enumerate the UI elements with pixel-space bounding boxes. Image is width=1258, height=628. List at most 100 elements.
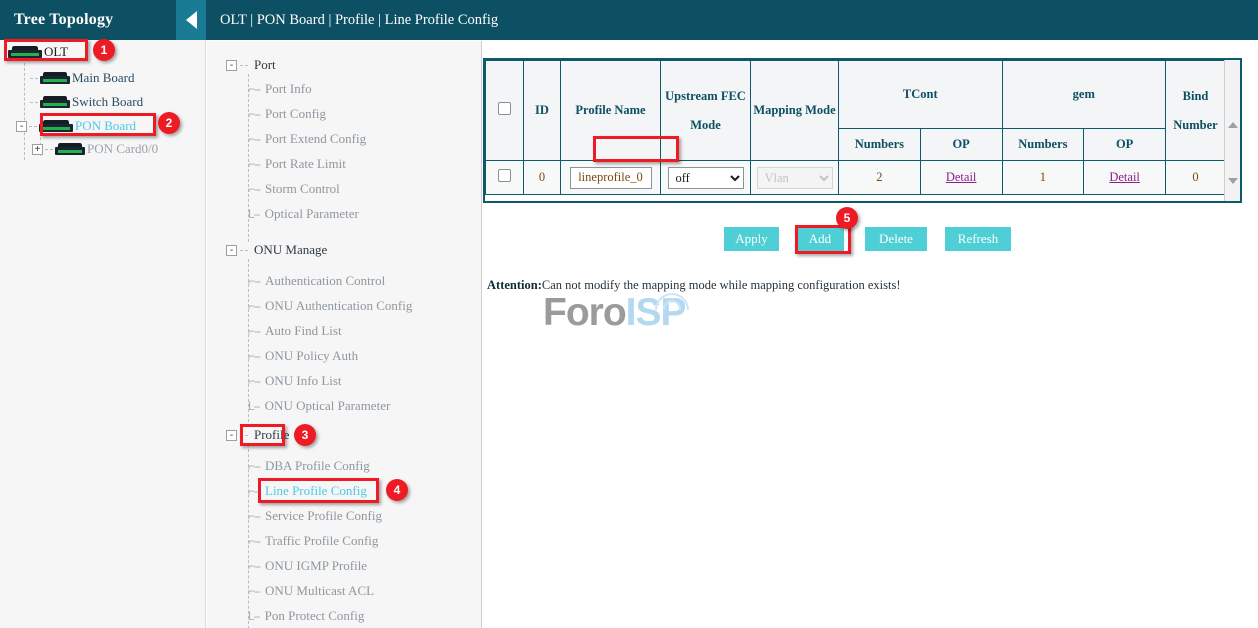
table-vertical-scrollbar[interactable] xyxy=(1224,60,1240,201)
menu-item-onu-optical-parameter[interactable]: L-- ONU Optical Parameter xyxy=(248,398,392,414)
menu-item-label: Authentication Control xyxy=(263,273,387,289)
table-row: 0 off on Vlan xyxy=(486,161,1226,195)
menu-item-onu-multicast-acl[interactable]: ⌐-- ONU Multicast ACL xyxy=(248,583,376,599)
header-tcont-numbers: Numbers xyxy=(839,129,921,161)
header-upstream-fec-line2: Mode xyxy=(663,118,748,133)
header-bind-number: Bind Number xyxy=(1166,61,1226,161)
menu-item-line-profile-config[interactable]: ⌐-- Line Profile Config xyxy=(248,483,369,499)
tree-expander-collapse-icon[interactable]: - xyxy=(16,121,27,132)
header-bind-line1: Bind xyxy=(1168,89,1223,104)
menu-item-label: Port Config xyxy=(263,106,328,122)
header-gem-numbers: Numbers xyxy=(1002,129,1084,161)
menu-expander-icon[interactable]: - xyxy=(226,430,237,441)
table-header-row: ID Profile Name Upstream FEC Mode Mappin… xyxy=(486,61,1226,129)
menu-item-authentication-control[interactable]: ⌐-- Authentication Control xyxy=(248,273,387,289)
menu-item-label: Port Rate Limit xyxy=(263,156,348,172)
menu-item-label: Traffic Profile Config xyxy=(263,533,380,549)
gem-detail-link[interactable]: Detail xyxy=(1109,170,1140,184)
menu-connector: L-- xyxy=(248,399,260,413)
refresh-button[interactable]: Refresh xyxy=(945,227,1011,251)
menu-item-port-rate-limit[interactable]: ⌐-- Port Rate Limit xyxy=(248,156,348,172)
menu-item-label: Line Profile Config xyxy=(263,483,369,499)
menu-item-label: Optical Parameter xyxy=(263,206,361,222)
apply-button[interactable]: Apply xyxy=(724,227,779,251)
menu-expander-icon[interactable]: - xyxy=(226,60,237,71)
menu-item-dba-profile-config[interactable]: ⌐-- DBA Profile Config xyxy=(248,458,372,474)
navigation-menu-panel: - Port ⌐-- Port Info ⌐-- Port Config ⌐--… xyxy=(207,41,482,628)
menu-item-label: ONU IGMP Profile xyxy=(263,558,369,574)
scroll-down-arrow-icon[interactable] xyxy=(1228,178,1238,184)
menu-item-label: Port Info xyxy=(263,81,314,97)
scroll-up-arrow-icon[interactable] xyxy=(1228,122,1238,128)
menu-item-label: DBA Profile Config xyxy=(263,458,372,474)
profile-name-input[interactable] xyxy=(570,167,652,189)
tcont-detail-link[interactable]: Detail xyxy=(946,170,977,184)
menu-item-onu-policy-auth[interactable]: ⌐-- ONU Policy Auth xyxy=(248,348,360,364)
menu-connector: ⌐-- xyxy=(248,82,260,96)
sidebar-collapse-button[interactable] xyxy=(176,0,206,40)
menu-item-onu-info-list[interactable]: ⌐-- ONU Info List xyxy=(248,373,344,389)
menu-item-label: ONU Info List xyxy=(263,373,344,389)
header-mapping-mode: Mapping Mode xyxy=(751,61,839,161)
tree-node-pon-board[interactable]: - PON Board xyxy=(16,118,136,134)
header-upstream-fec-line1: Upstream FEC xyxy=(663,89,748,104)
row-upstream-fec-cell: off on xyxy=(661,161,751,195)
menu-connector xyxy=(240,435,248,436)
tree-node-main-board[interactable]: Main Board xyxy=(30,70,134,86)
menu-item-port-config[interactable]: ⌐-- Port Config xyxy=(248,106,328,122)
menu-item-service-profile-config[interactable]: ⌐-- Service Profile Config xyxy=(248,508,384,524)
menu-item-label: ONU Authentication Config xyxy=(263,298,414,314)
menu-connector: ⌐-- xyxy=(248,484,260,498)
menu-item-label: ONU Optical Parameter xyxy=(263,398,393,414)
menu-connector: ⌐-- xyxy=(248,559,260,573)
main-content: ID Profile Name Upstream FEC Mode Mappin… xyxy=(483,41,1258,628)
mapping-mode-select: Vlan xyxy=(757,167,833,189)
tree-node-switch-board[interactable]: Switch Board xyxy=(30,94,143,110)
menu-item-traffic-profile-config[interactable]: ⌐-- Traffic Profile Config xyxy=(248,533,380,549)
tree-topology-title: Tree Topology xyxy=(0,11,113,29)
row-tcont-op-cell: Detail xyxy=(920,161,1002,195)
row-id: 0 xyxy=(524,161,561,195)
tree-connector xyxy=(24,58,25,160)
menu-item-onu-authentication-config[interactable]: ⌐-- ONU Authentication Config xyxy=(248,298,414,314)
menu-item-auto-find-list[interactable]: ⌐-- Auto Find List xyxy=(248,323,344,339)
menu-connector xyxy=(240,250,248,251)
add-button[interactable]: Add xyxy=(796,227,844,251)
table-head: ID Profile Name Upstream FEC Mode Mappin… xyxy=(486,61,1226,161)
menu-item-pon-protect-config[interactable]: L-- Pon Protect Config xyxy=(248,608,366,624)
header-gem-group: gem xyxy=(1002,61,1166,129)
menu-connector: ⌐-- xyxy=(248,182,260,196)
row-checkbox[interactable] xyxy=(498,169,511,182)
menu-connector: ⌐-- xyxy=(248,349,260,363)
menu-item-storm-control[interactable]: ⌐-- Storm Control xyxy=(248,181,342,197)
delete-button[interactable]: Delete xyxy=(865,227,927,251)
row-mapping-mode-cell: Vlan xyxy=(751,161,839,195)
device-icon xyxy=(55,143,85,156)
menu-expander-icon[interactable]: - xyxy=(226,245,237,256)
attention-text: Can not modify the mapping mode while ma… xyxy=(542,278,901,292)
header-select-all xyxy=(486,61,524,161)
menu-connector: ⌐-- xyxy=(248,132,260,146)
select-all-checkbox[interactable] xyxy=(498,102,511,115)
menu-item-onu-igmp-profile[interactable]: ⌐-- ONU IGMP Profile xyxy=(248,558,369,574)
tree-expander-expand-icon[interactable]: + xyxy=(32,144,43,155)
menu-group-onu-manage[interactable]: - ONU Manage xyxy=(226,242,330,258)
menu-connector: ⌐-- xyxy=(248,374,260,388)
tree-node-olt[interactable]: OLT xyxy=(8,44,68,60)
table-body: 0 off on Vlan xyxy=(486,161,1226,195)
menu-group-profile[interactable]: - Profile xyxy=(226,427,292,443)
upstream-fec-mode-select[interactable]: off on xyxy=(668,167,744,189)
menu-item-port-info[interactable]: ⌐-- Port Info xyxy=(248,81,314,97)
tree-node-pon-card[interactable]: + PON Card0/0 xyxy=(32,141,158,157)
menu-item-port-extend-config[interactable]: ⌐-- Port Extend Config xyxy=(248,131,368,147)
menu-connector: L-- xyxy=(248,609,260,623)
menu-group-port[interactable]: - Port xyxy=(226,57,279,73)
attention-prefix: Attention: xyxy=(487,278,542,292)
device-icon xyxy=(40,72,70,85)
application-window: Tree Topology OLT Main B xyxy=(0,0,1258,628)
menu-item-optical-parameter[interactable]: L-- Optical Parameter xyxy=(248,206,361,222)
device-icon xyxy=(39,120,73,133)
menu-connector: ⌐-- xyxy=(248,534,260,548)
menu-item-label: Port Extend Config xyxy=(263,131,368,147)
breadcrumb-bar: OLT | PON Board | Profile | Line Profile… xyxy=(206,0,1258,40)
